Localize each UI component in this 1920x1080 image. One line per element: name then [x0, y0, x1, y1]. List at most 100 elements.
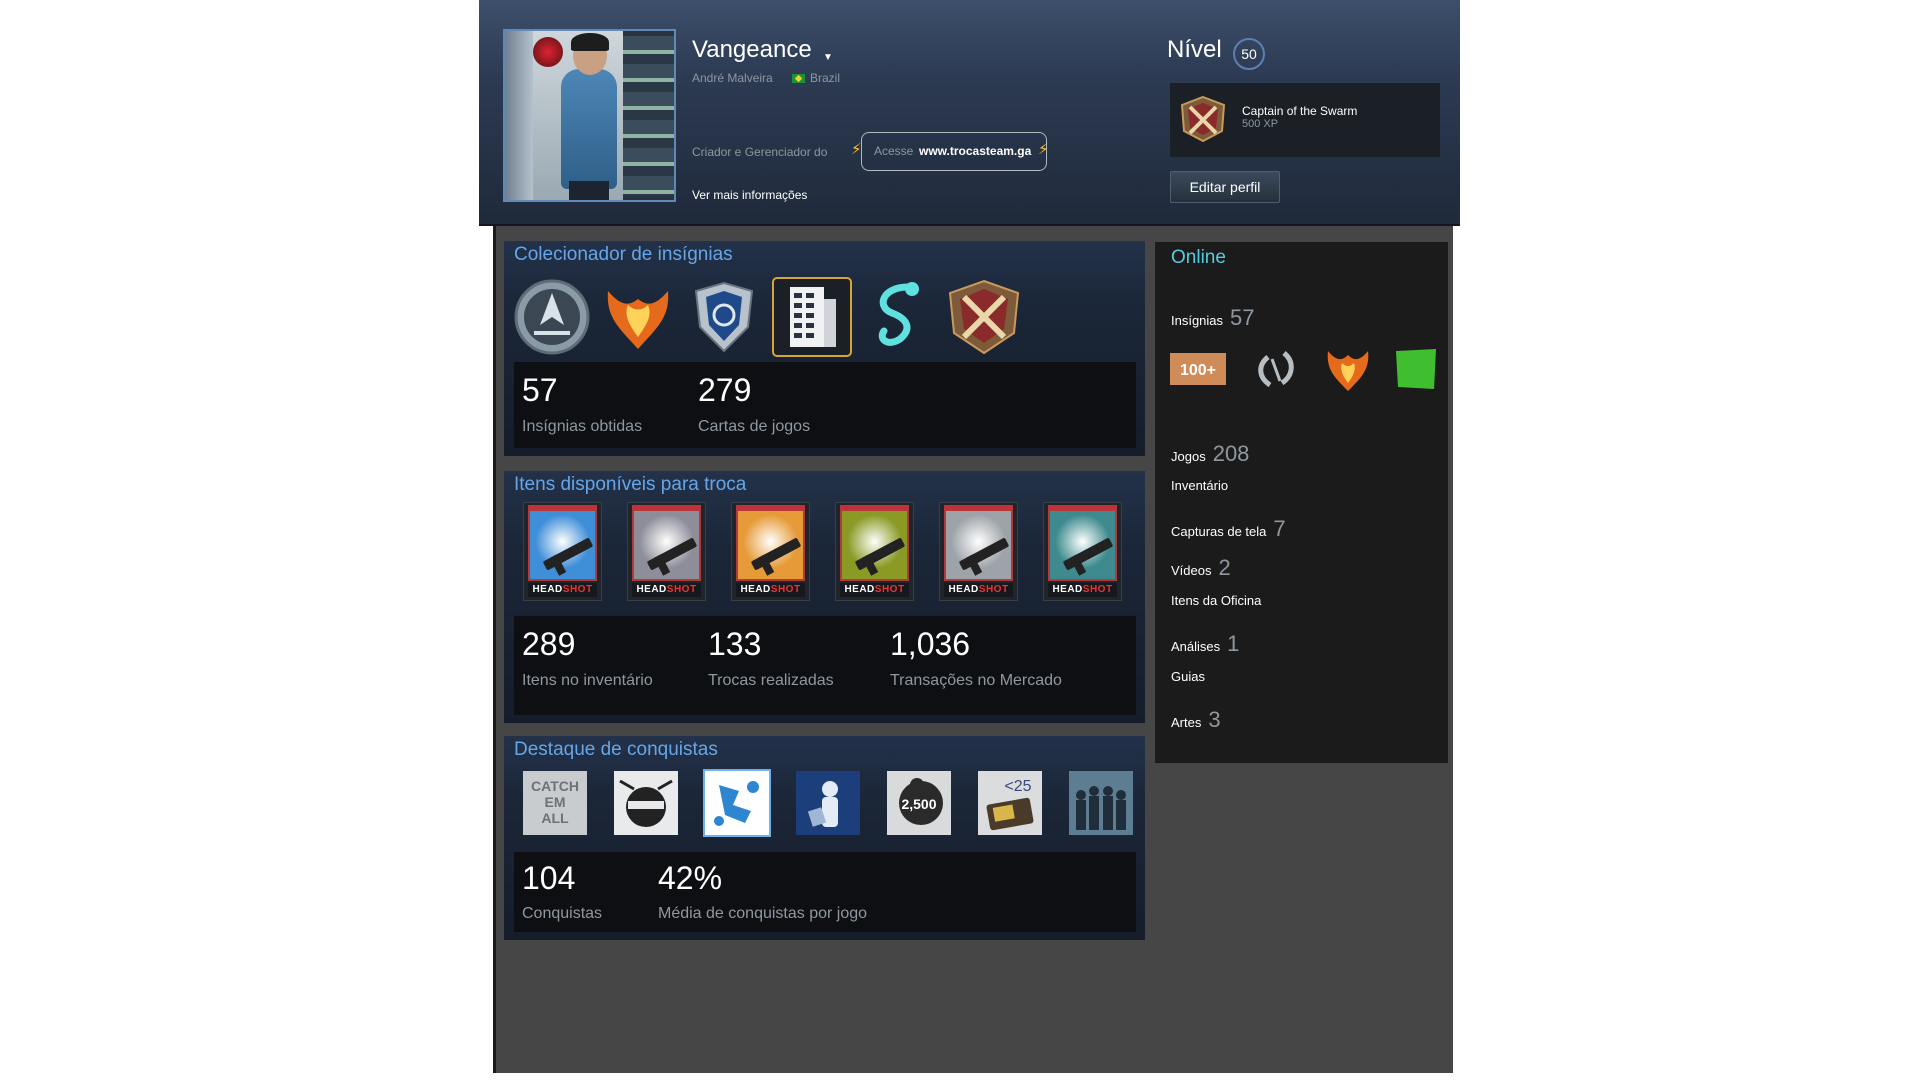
- weapon-icon: [958, 537, 1010, 571]
- chevron-down-icon[interactable]: ▼: [823, 52, 833, 63]
- trading-card[interactable]: HEADSHOT: [1043, 502, 1122, 601]
- card-art: [528, 509, 597, 581]
- badge-stats: 57 Insígnias obtidas 279 Cartas de jogos: [514, 362, 1136, 448]
- catch-em-all-line-1: CATCH: [531, 778, 579, 794]
- level-badge[interactable]: 50: [1233, 38, 1265, 70]
- trading-card[interactable]: HEADSHOT: [627, 502, 706, 601]
- profile-link[interactable]: Vídeos 2: [1171, 555, 1231, 581]
- flame-phoenix-badge-icon[interactable]: [598, 277, 678, 357]
- counter-strike-badge-icon[interactable]: [512, 277, 592, 357]
- card-footer-shot: SHOT: [874, 584, 905, 595]
- online-status: Online: [1171, 247, 1226, 268]
- blue-splat-achievement-icon[interactable]: [703, 769, 771, 837]
- game-cards-label: Cartas de jogos: [698, 418, 811, 435]
- profile-link[interactable]: Análises 1: [1171, 631, 1239, 657]
- market-transactions-count: 1,036: [890, 626, 971, 662]
- card-footer-shot: SHOT: [666, 584, 697, 595]
- catch-em-all-achievement-icon[interactable]: CATCH EM ALL: [523, 771, 587, 835]
- profile-link-label: Inventário: [1171, 478, 1229, 493]
- edit-profile-button[interactable]: Editar perfil: [1170, 171, 1280, 203]
- trading-card[interactable]: HEADSHOT: [835, 502, 914, 601]
- avatar-person-legs: [569, 181, 609, 200]
- weapon-icon: [646, 537, 698, 571]
- profile-link-label: Capturas de tela: [1171, 524, 1267, 539]
- avatar-machine-edge: [505, 31, 533, 200]
- trades-made-count: 133: [708, 626, 762, 662]
- profile-link[interactable]: Jogos 208: [1171, 441, 1249, 467]
- achievements-label: Conquistas: [522, 905, 603, 922]
- game-cards-count: 279: [698, 372, 752, 408]
- card-footer-shot: SHOT: [978, 584, 1009, 595]
- card-footer-shot: SHOT: [770, 584, 801, 595]
- 100-plus-badge-icon[interactable]: 100+: [1170, 349, 1226, 389]
- persona-name[interactable]: Vangeance: [692, 36, 812, 64]
- avatar-person: [561, 69, 617, 189]
- profile-link[interactable]: Itens da Oficina: [1171, 593, 1261, 608]
- card-art: [736, 509, 805, 581]
- card-footer: HEADSHOT: [632, 583, 701, 597]
- card-footer-head: HEAD: [948, 584, 979, 595]
- profile-link-count: 3: [1208, 707, 1221, 732]
- avg-completion-label: Média de conquistas por jogo: [658, 905, 868, 922]
- card-footer-head: HEAD: [636, 584, 667, 595]
- profile-link[interactable]: Guias: [1171, 669, 1205, 684]
- promo-link-box[interactable]: Acesse www.trocasteam.ga: [861, 132, 1047, 171]
- trading-card[interactable]: HEADSHOT: [731, 502, 810, 601]
- card-footer: HEADSHOT: [944, 583, 1013, 597]
- profile-link-count: 2: [1218, 555, 1231, 580]
- avatar-sticker: [533, 37, 563, 67]
- promo-prefix: Acesse: [874, 144, 914, 158]
- profile-link-count: 208: [1212, 441, 1250, 466]
- showcase-title: Itens disponíveis para troca: [514, 474, 747, 495]
- weapon-icon: [854, 537, 906, 571]
- favorite-badge[interactable]: Captain of the Swarm 500 XP: [1170, 83, 1440, 157]
- soldier-blue-achievement-icon[interactable]: [796, 771, 860, 835]
- badges-link[interactable]: Insígnias 57: [1171, 305, 1255, 331]
- green-square-badge-icon[interactable]: [1390, 347, 1442, 392]
- trades-made-label: Trocas realizadas: [708, 672, 834, 689]
- refresh-badge-icon[interactable]: [1250, 347, 1302, 392]
- achievement-showcase: Destaque de conquistas CATCH EM ALL 2,50…: [504, 736, 1145, 940]
- shield-crest-badge-icon[interactable]: [684, 277, 764, 357]
- badges-link-count: 57: [1230, 305, 1255, 330]
- favorite-badge-name: Captain of the Swarm: [1242, 104, 1358, 118]
- catch-em-all-line-2: EM: [545, 794, 566, 810]
- ninja-achievement-icon[interactable]: [614, 771, 678, 835]
- profile-link[interactable]: Artes 3: [1171, 707, 1221, 733]
- card-footer-shot: SHOT: [1082, 584, 1113, 595]
- card-art: [944, 509, 1013, 581]
- level-label: Nível: [1167, 36, 1222, 63]
- promo-site-link[interactable]: www.trocasteam.ga: [919, 144, 1031, 158]
- card-footer-head: HEAD: [844, 584, 875, 595]
- profile-link[interactable]: Capturas de tela 7: [1171, 516, 1286, 542]
- showcase-title: Colecionador de insígnias: [514, 244, 733, 265]
- brazil-flag-icon: [792, 74, 805, 83]
- weapon-icon: [1062, 537, 1114, 571]
- captain-swarm-badge-icon: [1180, 95, 1226, 143]
- trading-card[interactable]: HEADSHOT: [939, 502, 1018, 601]
- under-25-bomb-achievement-icon[interactable]: <25: [978, 771, 1042, 835]
- 2500-kills-achievement-icon[interactable]: 2,500: [887, 771, 951, 835]
- more-info-link[interactable]: Ver mais informações: [692, 188, 807, 202]
- weapon-icon: [750, 537, 802, 571]
- profile-link[interactable]: Inventário: [1171, 478, 1228, 493]
- mini-badge-text: 100+: [1180, 362, 1216, 379]
- achievement-stats: 104 Conquistas 42% Média de conquistas p…: [514, 852, 1136, 932]
- squad-silhouettes-achievement-icon[interactable]: [1069, 771, 1133, 835]
- avatar[interactable]: [503, 29, 676, 202]
- flame-phoenix-mini-badge-icon[interactable]: [1322, 347, 1374, 392]
- card-footer-head: HEAD: [740, 584, 771, 595]
- profile-link-label: Itens da Oficina: [1171, 593, 1262, 608]
- avatar-person-hair: [571, 33, 609, 51]
- serpent-badge-icon[interactable]: [858, 277, 938, 357]
- country: Brazil: [810, 71, 841, 85]
- building-badge-icon[interactable]: [772, 277, 852, 357]
- badges-earned-count: 57: [522, 372, 558, 408]
- trading-card[interactable]: HEADSHOT: [523, 502, 602, 601]
- card-art: [632, 509, 701, 581]
- captain-swarm-badge-icon[interactable]: [944, 277, 1024, 357]
- lightning-icon: ⚡: [1038, 141, 1049, 158]
- inventory-items-count: 289: [522, 626, 576, 662]
- card-footer: HEADSHOT: [528, 583, 597, 597]
- inventory-items-label: Itens no inventário: [522, 672, 653, 689]
